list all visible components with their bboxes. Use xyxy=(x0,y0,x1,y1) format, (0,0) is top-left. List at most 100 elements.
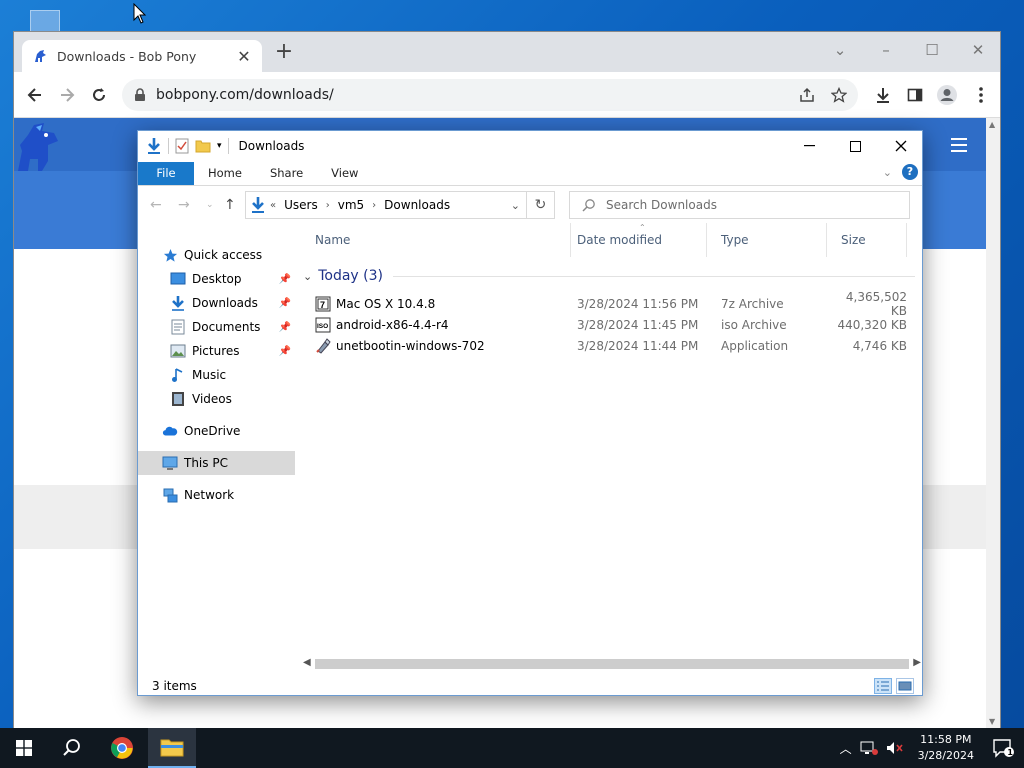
nav-forward-arrow-icon[interactable]: → xyxy=(178,197,190,213)
side-panel-button[interactable] xyxy=(902,82,928,108)
nav-back-arrow-icon[interactable]: ← xyxy=(150,197,162,213)
refresh-button[interactable]: ↻ xyxy=(527,191,555,219)
close-button[interactable]: ✕ xyxy=(964,38,992,62)
bookmark-star-button[interactable] xyxy=(826,82,852,108)
breadcrumb-separator-icon[interactable]: › xyxy=(326,200,330,211)
ribbon-tab-file[interactable]: File xyxy=(138,162,194,185)
explorer-minimize-button[interactable] xyxy=(786,131,832,161)
large-icons-view-button[interactable] xyxy=(896,678,914,694)
start-button[interactable] xyxy=(0,728,48,768)
properties-icon[interactable] xyxy=(175,138,189,154)
close-x-icon xyxy=(895,140,907,152)
group-header-today[interactable]: ⌄ Today (3) xyxy=(303,265,915,287)
forward-button[interactable] xyxy=(54,82,80,108)
new-folder-icon[interactable] xyxy=(195,138,211,154)
address-url: bobpony.com/downloads/ xyxy=(156,87,334,103)
scroll-right-icon[interactable]: ▶ xyxy=(913,657,921,668)
breadcrumb-overflow[interactable]: « xyxy=(270,200,276,211)
pin-icon[interactable]: 📌 xyxy=(279,322,291,333)
help-icon[interactable]: ? xyxy=(902,164,918,180)
profile-button[interactable] xyxy=(934,82,960,108)
reload-icon xyxy=(93,88,105,101)
collapse-chevron-icon[interactable]: ⌄ xyxy=(303,270,312,283)
file-row[interactable]: unetbootin-windows-702 3/28/2024 11:44 P… xyxy=(301,335,913,356)
show-hidden-icons-chevron-icon[interactable]: ︿ xyxy=(840,740,852,757)
file-name: android-x86-4.4-r4 xyxy=(336,317,449,332)
pictures-icon xyxy=(170,343,186,359)
nav-desktop[interactable]: Desktop 📌 xyxy=(138,267,295,291)
new-tab-button[interactable]: + xyxy=(272,41,296,63)
reload-button[interactable] xyxy=(86,82,112,108)
up-arrow-icon[interactable]: ↑ xyxy=(224,197,236,213)
ribbon-tab-view[interactable]: View xyxy=(317,162,372,185)
file-row[interactable]: ISO android-x86-4.4-r4 3/28/2024 11:45 P… xyxy=(301,314,913,335)
nav-item-label: This PC xyxy=(184,456,228,470)
address-bar[interactable]: bobpony.com/downloads/ xyxy=(122,79,858,111)
customize-toolbar-dropdown-icon[interactable]: ▾ xyxy=(217,141,222,151)
browser-toolbar: bobpony.com/downloads/ xyxy=(14,72,1000,118)
nav-music[interactable]: Music xyxy=(138,363,295,387)
star-outline-icon xyxy=(831,87,847,103)
network-status-icon[interactable] xyxy=(860,741,878,755)
pin-icon[interactable]: 📌 xyxy=(279,274,291,285)
explorer-close-button[interactable] xyxy=(878,131,924,161)
explorer-maximize-button[interactable] xyxy=(832,131,878,161)
nav-network[interactable]: Network xyxy=(138,483,295,507)
clock[interactable]: 11:58 PM 3/28/2024 xyxy=(918,732,974,764)
breadcrumb-downloads[interactable]: Downloads xyxy=(384,198,450,212)
nav-pictures[interactable]: Pictures 📌 xyxy=(138,339,295,363)
desktop-folder-icon[interactable] xyxy=(30,10,60,32)
pin-icon[interactable]: 📌 xyxy=(279,298,291,309)
nav-onedrive[interactable]: OneDrive xyxy=(138,419,295,443)
details-view-button[interactable] xyxy=(874,678,892,694)
volume-muted-icon[interactable] xyxy=(886,741,904,755)
scroll-down-icon[interactable]: ▼ xyxy=(989,717,995,726)
taskbar-search-button[interactable] xyxy=(48,728,96,768)
nav-item-label: Network xyxy=(184,488,235,502)
column-header-size[interactable]: Size xyxy=(827,223,907,257)
nav-documents[interactable]: Documents 📌 xyxy=(138,315,295,339)
scroll-up-icon[interactable]: ▲ xyxy=(989,120,995,129)
maximize-button[interactable]: ☐ xyxy=(918,38,946,62)
column-header-date[interactable]: Date modified xyxy=(563,223,707,257)
browser-tab-active[interactable]: Downloads - Bob Pony ✕ xyxy=(22,40,262,72)
page-scrollbar[interactable]: ▲ ▼ xyxy=(986,118,1000,728)
nav-quick-access[interactable]: Quick access xyxy=(138,243,295,267)
address-dropdown-icon[interactable]: ⌄ xyxy=(511,199,520,212)
downloads-folder-icon xyxy=(252,197,264,213)
tab-close-icon[interactable]: ✕ xyxy=(236,47,252,66)
nav-downloads[interactable]: Downloads 📌 xyxy=(138,291,295,315)
explorer-address-bar[interactable]: « Users › vm5 › Downloads ⌄ xyxy=(245,191,527,219)
site-menu-icon[interactable] xyxy=(951,138,967,156)
scroll-left-icon[interactable]: ◀ xyxy=(303,657,311,668)
file-type: Application xyxy=(721,338,789,353)
star-icon xyxy=(162,247,178,263)
nav-this-pc[interactable]: This PC xyxy=(138,451,295,475)
column-header-name[interactable]: Name xyxy=(301,223,571,257)
breadcrumb-separator-icon[interactable]: › xyxy=(372,200,376,211)
back-button[interactable] xyxy=(22,82,48,108)
action-center-button[interactable]: 1 xyxy=(990,736,1016,760)
downloads-button[interactable] xyxy=(870,82,896,108)
file-row[interactable]: 7 Mac OS X 10.4.8 3/28/2024 11:56 PM 7z … xyxy=(301,290,913,318)
taskbar-chrome[interactable] xyxy=(98,728,146,768)
minimize-button[interactable]: – xyxy=(872,38,900,62)
site-logo-icon[interactable] xyxy=(14,121,62,173)
ribbon-tab-share[interactable]: Share xyxy=(256,162,317,185)
tab-search-chevron-icon[interactable]: ⌄ xyxy=(826,38,854,62)
taskbar-file-explorer[interactable] xyxy=(148,728,196,768)
recent-locations-chevron-icon[interactable]: ⌄ xyxy=(206,200,214,210)
horizontal-scrollbar[interactable]: ◀ ▶ xyxy=(303,657,921,671)
scrollbar-thumb[interactable] xyxy=(315,659,909,669)
pin-icon[interactable]: 📌 xyxy=(279,346,291,357)
breadcrumb-users[interactable]: Users xyxy=(284,198,318,212)
nav-videos[interactable]: Videos xyxy=(138,387,295,411)
column-header-type[interactable]: Type xyxy=(707,223,827,257)
breadcrumb-vm5[interactable]: vm5 xyxy=(338,198,364,212)
expand-ribbon-chevron-icon[interactable]: ⌄ xyxy=(883,166,892,179)
lock-icon[interactable] xyxy=(134,88,146,102)
ribbon-tab-home[interactable]: Home xyxy=(194,162,256,185)
chrome-menu-button[interactable] xyxy=(968,82,994,108)
share-button[interactable] xyxy=(794,82,820,108)
search-input[interactable]: Search Downloads xyxy=(569,191,910,219)
